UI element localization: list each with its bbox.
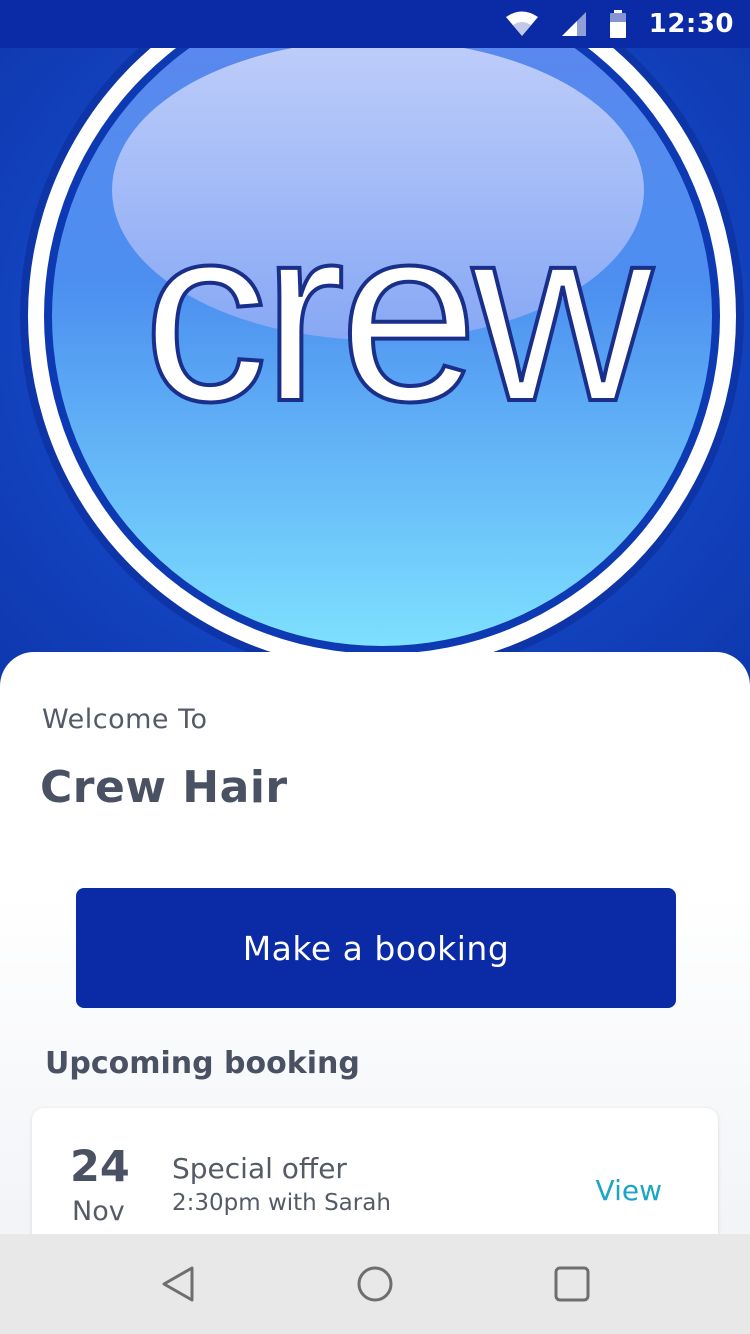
- recents-icon[interactable]: [532, 1244, 612, 1324]
- crew-logo: crew: [20, 48, 744, 678]
- booking-day: 24: [70, 1142, 130, 1192]
- status-time: 12:30: [648, 9, 734, 39]
- battery-icon: [609, 10, 627, 38]
- logo-text: crew: [143, 174, 654, 453]
- view-booking-link[interactable]: View: [596, 1174, 662, 1207]
- home-icon[interactable]: [335, 1244, 415, 1324]
- make-booking-button[interactable]: Make a booking: [76, 888, 676, 1008]
- status-bar: 12:30: [0, 0, 750, 48]
- booking-service: Special offer: [172, 1152, 347, 1185]
- hero-banner: crew: [0, 48, 750, 688]
- upcoming-booking-heading: Upcoming booking: [45, 1046, 360, 1081]
- wifi-icon: [505, 11, 539, 37]
- booking-month: Nov: [72, 1196, 125, 1227]
- booking-time-staff: 2:30pm with Sarah: [172, 1190, 391, 1216]
- business-name: Crew Hair: [40, 762, 288, 813]
- welcome-label: Welcome To: [42, 704, 208, 735]
- back-icon[interactable]: [138, 1244, 218, 1324]
- system-nav-bar: [0, 1234, 750, 1334]
- content-sheet: Welcome To Crew Hair Make a booking Upco…: [0, 652, 750, 1268]
- signal-icon: [561, 11, 587, 37]
